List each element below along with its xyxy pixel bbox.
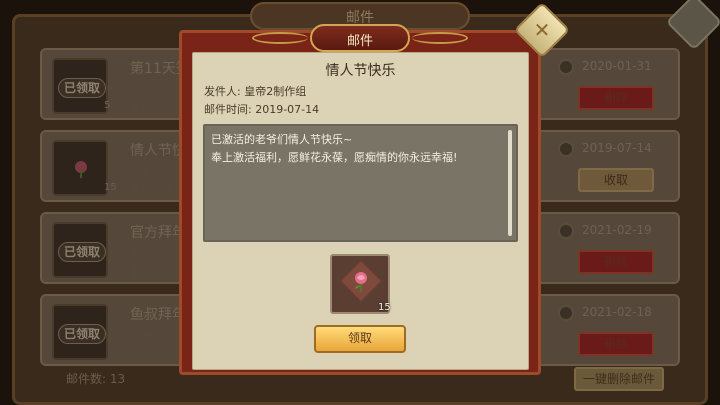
sender-label: 发件人: — [204, 85, 241, 98]
mail-list-title: 情人节快 — [130, 143, 186, 159]
mail-list-date: 2021-02-18 — [582, 305, 652, 319]
mail-list-date: 2019-07-14 — [582, 141, 652, 155]
mail-thumbnail: 已领取 — [52, 304, 108, 360]
clock-icon — [558, 141, 574, 157]
attachment-count: 15 — [378, 302, 391, 313]
mail-list-subtitle: 小宝8 — [130, 331, 159, 344]
mail-body-line: 已激活的老爷们情人节快乐~ — [211, 133, 353, 146]
mail-time: 2019-07-14 — [255, 103, 320, 116]
mail-list-date: 2021-02-19 — [582, 223, 652, 237]
mail-list-date: 2020-01-31 — [582, 59, 652, 73]
claimed-stamp: 已领取 — [58, 242, 106, 262]
rose-icon — [355, 272, 367, 292]
mail-list-subtitle: 奉成2制 皇帝2制 — [130, 249, 170, 278]
mail-list-action-button[interactable]: 删除 — [578, 332, 654, 356]
mail-list-title: 官方拜年 — [130, 225, 186, 241]
clock-icon — [558, 59, 574, 75]
sender-row: 发件人: 皇帝2制作组 — [204, 83, 306, 99]
claim-button[interactable]: 领取 — [314, 325, 406, 353]
mail-body: 已激活的老爷们情人节快乐~ 奉上激活福利，愿鲜花永葆，愿痴情的你永远幸福! — [203, 124, 518, 242]
mail-list-subtitle: 已激活 皇帝2制 — [130, 167, 170, 196]
rose-icon — [75, 161, 87, 178]
clock-icon — [558, 305, 574, 321]
delete-all-mail-button[interactable]: 一键删除邮件 — [574, 367, 664, 391]
attachment-count: 5 — [104, 100, 111, 111]
mail-list-title: 鱼叔拜年 — [130, 307, 186, 323]
claimed-stamp: 已领取 — [58, 324, 106, 344]
mail-list-action-button[interactable]: 删除 — [578, 250, 654, 274]
attachment-count: 15 — [104, 182, 117, 193]
mail-thumbnail: 已领取 — [52, 58, 108, 114]
close-icon[interactable]: ✕ — [524, 18, 560, 42]
mail-body-scrollbar[interactable] — [508, 130, 512, 236]
mail-title: 情人节快乐 — [325, 63, 396, 79]
time-row: 邮件时间: 2019-07-14 — [204, 101, 319, 117]
mail-count: 邮件数: 13 — [66, 372, 126, 386]
mail-list-subtitle: 议购信 皇帝2 — [130, 85, 163, 114]
time-label: 邮件时间: — [204, 103, 252, 116]
sender-name: 皇帝2制作组 — [244, 85, 307, 98]
mail-list-action-button[interactable]: 收取 — [578, 168, 654, 192]
mail-thumbnail — [52, 140, 108, 196]
dialog-title-plate: 邮件 — [252, 24, 468, 54]
mail-list-action-button[interactable]: 删除 — [578, 86, 654, 110]
claimed-stamp: 已领取 — [58, 78, 106, 98]
mail-body-line: 奉上激活福利，愿鲜花永葆，愿痴情的你永远幸福! — [211, 151, 458, 164]
dialog-header: 邮件 — [346, 34, 373, 49]
clock-icon — [558, 223, 574, 239]
mail-thumbnail: 已领取 — [52, 222, 108, 278]
